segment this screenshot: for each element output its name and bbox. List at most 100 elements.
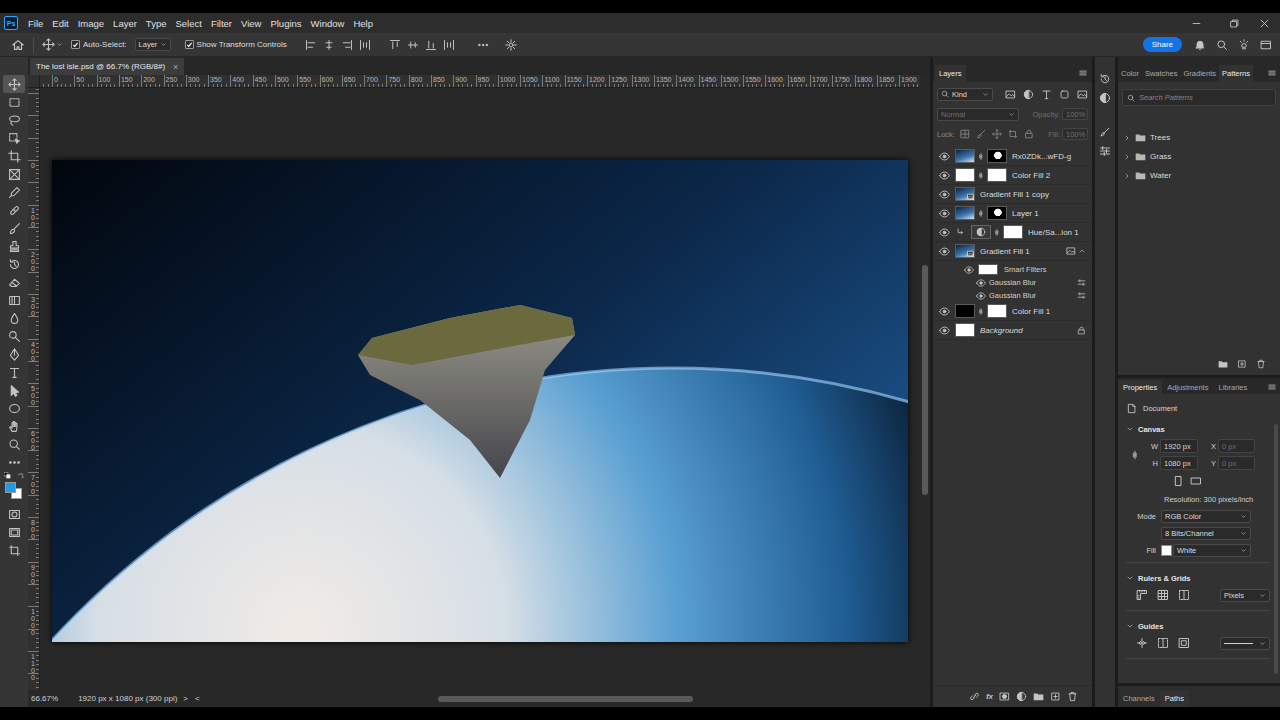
menu-item[interactable]: Help bbox=[349, 18, 377, 29]
menu-item[interactable]: Select bbox=[171, 18, 205, 29]
menu-item[interactable]: Window bbox=[307, 18, 349, 29]
fill-value[interactable]: 100% bbox=[1062, 128, 1088, 140]
canvas-image[interactable] bbox=[52, 160, 908, 642]
panel-tab[interactable]: Gradients bbox=[1180, 65, 1219, 82]
horizontal-scrollbar[interactable] bbox=[203, 695, 916, 703]
horizontal-scroll-thumb[interactable] bbox=[438, 696, 693, 702]
menu-item[interactable]: Filter bbox=[207, 18, 236, 29]
more-tool-icon[interactable] bbox=[8, 456, 21, 469]
layer-row[interactable]: Gradient Fill 1 bbox=[933, 242, 1092, 261]
panel-tab[interactable]: Channels bbox=[1118, 690, 1160, 707]
quickmask-mode-icon[interactable] bbox=[8, 508, 21, 521]
guides-section-header[interactable]: Guides bbox=[1126, 619, 1270, 633]
layer-mask[interactable] bbox=[975, 304, 1007, 318]
eye-icon[interactable] bbox=[939, 170, 950, 181]
canvas-fill-dropdown[interactable]: White bbox=[1173, 544, 1251, 557]
mask-thumbnail[interactable] bbox=[987, 149, 1007, 163]
bell-icon[interactable] bbox=[1194, 39, 1206, 51]
layer-name[interactable]: Color Fill 1 bbox=[1012, 307, 1050, 316]
layer-mask[interactable] bbox=[975, 206, 1007, 220]
adjustment-filter-icon[interactable] bbox=[1023, 89, 1034, 100]
dodge-tool-icon[interactable] bbox=[8, 330, 21, 343]
tool-button[interactable] bbox=[3, 219, 25, 237]
menu-item[interactable]: View bbox=[237, 18, 265, 29]
mask-thumbnail[interactable] bbox=[987, 168, 1007, 182]
align-icon[interactable] bbox=[425, 39, 437, 51]
brush-settings-panel-icon[interactable] bbox=[1099, 126, 1111, 138]
add-mask-icon[interactable] bbox=[999, 691, 1010, 702]
layer-mask[interactable] bbox=[975, 149, 1007, 163]
layer-thumbnail[interactable] bbox=[955, 304, 975, 318]
toggle-pixel-grid-icon[interactable] bbox=[1178, 589, 1190, 601]
menu-item[interactable]: Edit bbox=[48, 18, 72, 29]
eye-icon[interactable] bbox=[939, 325, 950, 336]
panel-tab[interactable]: Patterns bbox=[1219, 65, 1253, 82]
mask-thumbnail[interactable] bbox=[987, 206, 1007, 220]
pattern-folder[interactable]: Trees bbox=[1118, 128, 1280, 147]
menu-item[interactable]: File bbox=[24, 18, 47, 29]
align-icon[interactable] bbox=[323, 39, 335, 51]
smart-filter-row[interactable]: Gaussian Blur bbox=[933, 276, 1092, 289]
settings-gear-icon[interactable] bbox=[505, 39, 517, 51]
tool-button[interactable] bbox=[3, 165, 25, 183]
expand-toggle-icon[interactable] bbox=[1078, 247, 1086, 255]
vertical-ruler[interactable]: 010020030040050060070080090010001100 bbox=[28, 88, 40, 690]
adjustment-presets-panel-icon[interactable] bbox=[1099, 145, 1111, 157]
new-pattern-group-icon[interactable] bbox=[1218, 359, 1228, 369]
folder-toggle-icon[interactable] bbox=[1123, 172, 1131, 180]
layer-mask[interactable] bbox=[975, 168, 1007, 182]
panel-menu-icon[interactable] bbox=[1267, 68, 1277, 78]
status-expand-button[interactable]: > bbox=[183, 694, 188, 703]
filter-blending-options-icon[interactable] bbox=[1077, 278, 1086, 287]
vertical-scroll-thumb[interactable] bbox=[922, 265, 928, 495]
mode-button[interactable] bbox=[3, 505, 25, 523]
search-icon[interactable] bbox=[1216, 39, 1228, 51]
smart-filter-name[interactable]: Gaussian Blur bbox=[989, 278, 1036, 287]
tool-button[interactable] bbox=[3, 147, 25, 165]
healing-tool-icon[interactable] bbox=[8, 204, 21, 217]
lock-transparency-icon[interactable] bbox=[960, 129, 970, 139]
lock-artboard-icon[interactable] bbox=[1008, 129, 1018, 139]
smart-object-filter-icon[interactable] bbox=[1077, 89, 1088, 100]
smart-filter-name[interactable]: Gaussian Blur bbox=[989, 291, 1036, 300]
pathselect-tool-icon[interactable] bbox=[8, 384, 21, 397]
eye-icon[interactable] bbox=[964, 265, 974, 275]
properties-tab[interactable]: Properties bbox=[1118, 380, 1162, 394]
menu-item[interactable]: Image bbox=[74, 18, 108, 29]
panel-tab[interactable]: Swatches bbox=[1142, 65, 1181, 82]
section-toggle-icon[interactable] bbox=[1126, 574, 1134, 582]
smart-filters-row[interactable]: Smart Filters bbox=[933, 263, 1092, 276]
canvas-area[interactable] bbox=[40, 88, 920, 690]
new-adjustment-layer-icon[interactable] bbox=[1016, 691, 1027, 702]
crop-tool-icon[interactable] bbox=[8, 150, 21, 163]
layer-name[interactable]: Gradient Fill 1 copy bbox=[980, 190, 1049, 199]
shape-filter-icon[interactable] bbox=[1059, 89, 1070, 100]
layer-name[interactable]: Hue/Sa...ion 1 bbox=[1028, 228, 1079, 237]
layer-name[interactable]: Gradient Fill 1 bbox=[980, 247, 1030, 256]
layer-lock-icon[interactable] bbox=[1077, 326, 1086, 335]
close-icon[interactable] bbox=[1259, 18, 1270, 29]
panel-tab[interactable]: Paths bbox=[1160, 690, 1189, 707]
default-colors-icon[interactable] bbox=[4, 472, 11, 479]
layers-tab[interactable]: Layers bbox=[935, 65, 966, 82]
pattern-search-input[interactable] bbox=[1139, 93, 1271, 102]
eye-icon[interactable] bbox=[939, 189, 950, 200]
zoom-level[interactable]: 66.67% bbox=[31, 694, 58, 703]
new-layer-icon[interactable] bbox=[1050, 691, 1061, 702]
pen-tool-icon[interactable] bbox=[8, 348, 21, 361]
align-icon[interactable] bbox=[341, 39, 353, 51]
pattern-search[interactable] bbox=[1122, 89, 1276, 106]
canvas-field[interactable]: 1920 px bbox=[1160, 439, 1198, 453]
eye-icon[interactable] bbox=[939, 306, 950, 317]
foreground-color-swatch[interactable] bbox=[5, 482, 16, 493]
mask-thumbnail[interactable] bbox=[1003, 225, 1023, 239]
marquee-tool-icon[interactable] bbox=[8, 96, 21, 109]
home-icon[interactable] bbox=[11, 38, 25, 52]
auto-select-checkbox[interactable] bbox=[71, 40, 80, 49]
layer-mask[interactable] bbox=[991, 225, 1023, 239]
gradient-tool-icon[interactable] bbox=[8, 294, 21, 307]
filter-blending-options-icon[interactable] bbox=[1077, 291, 1086, 300]
section-toggle-icon[interactable] bbox=[1126, 425, 1134, 433]
type-tool-icon[interactable] bbox=[8, 366, 21, 379]
delete-layer-icon[interactable] bbox=[1067, 691, 1078, 702]
